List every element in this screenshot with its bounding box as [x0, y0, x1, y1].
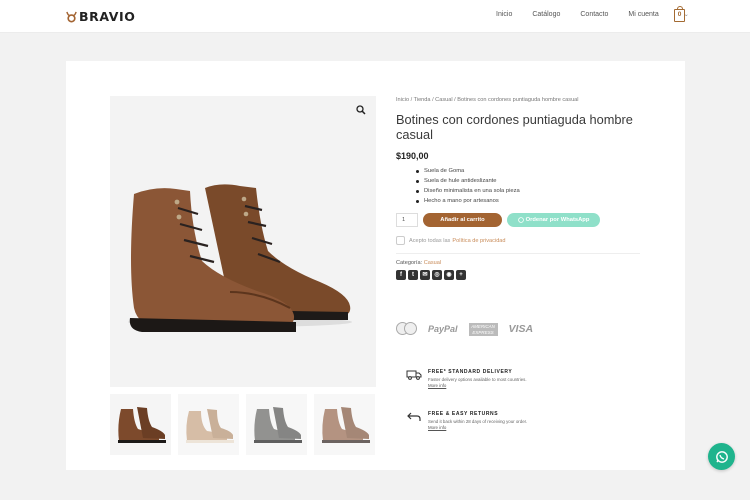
thumbnail-1[interactable] — [110, 394, 171, 455]
benefit-delivery: FREE* STANDARD DELIVERY Faster delivery … — [406, 369, 527, 388]
boots-illustration — [128, 184, 352, 332]
product-info: Inicio / Tienda / Casual / Botines con c… — [396, 97, 640, 280]
privacy-text: Acepto todas las — [409, 237, 451, 244]
privacy-policy-link[interactable]: Política de privacidad — [452, 238, 505, 244]
email-icon[interactable]: ✉ — [420, 270, 430, 280]
divider — [396, 253, 640, 254]
thumbnail-3[interactable] — [246, 394, 307, 455]
payment-methods: PayPal AMERICAN EXPRESS VISA — [396, 322, 533, 336]
share-buttons: f t ✉ ◎ ◉ + — [396, 270, 640, 280]
feature-item: Diseño minimalista en una sola pieza — [416, 186, 640, 196]
visa-logo: VISA — [508, 323, 534, 335]
more-info-link[interactable]: More info — [428, 425, 527, 430]
product-price: $190,00 — [396, 151, 429, 161]
nav-item-catalogo[interactable]: Catálogo — [532, 11, 560, 18]
nav-item-mi-cuenta-label: Mi cuenta — [628, 11, 659, 18]
privacy-checkbox[interactable] — [396, 236, 405, 245]
add-to-cart-button[interactable]: Añadir al carrito — [423, 213, 502, 227]
whatsapp-order-label: Ordenar por WhatsApp — [525, 217, 590, 223]
buy-row: 1 Añadir al carrito Ordenar por WhatsApp — [396, 213, 640, 227]
brand-logo[interactable]: BRAVIO — [66, 9, 136, 24]
feature-list: Suela de Goma Suela de hule antideslizan… — [416, 166, 640, 206]
whatsapp-icon[interactable]: ◎ — [432, 270, 442, 280]
feature-item: Suela de hule antideslizante — [416, 176, 640, 186]
whatsapp-order-button[interactable]: Ordenar por WhatsApp — [507, 213, 600, 227]
benefit-desc: Faster delivery options available to mos… — [428, 377, 527, 382]
tan-chelsea-boot-thumbnail — [185, 408, 234, 443]
category-link[interactable]: Casual — [424, 260, 441, 266]
whatsapp-chat-button[interactable] — [708, 443, 735, 470]
brand-name: BRAVIO — [79, 9, 136, 24]
privacy-consent: Acepto todas las Política de privacidad — [396, 236, 640, 245]
feature-item: Suela de Goma — [416, 166, 640, 176]
benefit-title: FREE & EASY RETURNS — [428, 411, 499, 417]
product-main-image[interactable] — [110, 96, 376, 387]
benefit-title: FREE* STANDARD DELIVERY — [428, 369, 513, 375]
brown-boot-thumbnail — [117, 406, 166, 443]
facebook-icon[interactable]: f — [396, 270, 406, 280]
site-header: BRAVIO Inicio Catálogo Contacto Mi cuent… — [0, 0, 750, 33]
benefit-returns: FREE & EASY RETURNS Send it back within … — [406, 411, 527, 430]
messenger-icon[interactable]: ◉ — [444, 270, 454, 280]
twitter-icon[interactable]: t — [408, 270, 418, 280]
product-card: Inicio / Tienda / Casual / Botines con c… — [66, 61, 685, 470]
thumbnail-2[interactable] — [178, 394, 239, 455]
return-arrow-icon — [407, 412, 421, 421]
benefit-desc: Send it back within 28 days of receiving… — [428, 419, 528, 424]
thumbnail-4[interactable] — [314, 394, 375, 455]
thumbnail-strip — [110, 394, 375, 455]
product-category: Categoría: Casual — [396, 260, 640, 266]
zoom-icon[interactable] — [356, 105, 366, 115]
cart-count: 0 — [677, 11, 682, 18]
amex-logo: AMERICAN EXPRESS — [468, 322, 498, 336]
plus-icon[interactable]: + — [456, 270, 466, 280]
whatsapp-icon — [517, 217, 524, 223]
breadcrumb[interactable]: Inicio / Tienda / Casual / Botines con c… — [396, 97, 640, 103]
more-info-link[interactable]: More info — [428, 383, 527, 388]
cart-button[interactable]: 0 — [674, 6, 685, 22]
mastercard-icon — [396, 322, 417, 336]
paypal-logo: PayPal — [428, 324, 458, 334]
nav-item-mi-cuenta[interactable]: Mi cuenta ⌄ — [628, 11, 708, 18]
grey-boot-thumbnail — [253, 406, 302, 443]
bull-logo-icon — [66, 11, 77, 22]
feature-item: Hecho a mano por artesanos — [416, 196, 640, 206]
category-label: Categoría: — [396, 260, 423, 266]
whatsapp-icon — [715, 450, 728, 463]
light-brown-boot-thumbnail — [321, 406, 370, 443]
nav-item-inicio[interactable]: Inicio — [496, 11, 512, 18]
nav-item-contacto[interactable]: Contacto — [580, 11, 608, 18]
product-title: Botines con cordones puntiaguda hombre c… — [396, 112, 633, 142]
truck-icon — [406, 370, 422, 380]
quantity-input[interactable]: 1 — [396, 213, 418, 227]
main-nav: Inicio Catálogo Contacto Mi cuenta ⌄ — [496, 11, 729, 18]
